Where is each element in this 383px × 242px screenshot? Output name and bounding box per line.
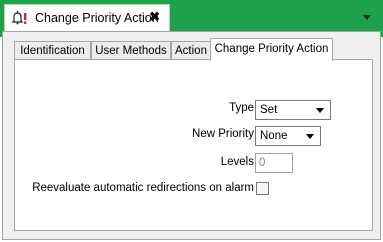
close-icon[interactable]: ✖ <box>149 10 160 24</box>
chevron-down-icon <box>306 134 314 139</box>
reevaluate-label: Reevaluate automatic redirections on ala… <box>32 182 254 194</box>
tab-user-methods[interactable]: User Methods <box>91 41 171 60</box>
chevron-down-icon <box>316 108 324 113</box>
levels-input[interactable]: 0 <box>255 153 293 173</box>
tab-content: Type Set New Priority None Levels 0 Reev… <box>14 59 373 231</box>
tab-action[interactable]: Action <box>171 41 211 60</box>
new-priority-select[interactable]: None <box>255 126 321 146</box>
reevaluate-checkbox[interactable] <box>256 182 269 195</box>
tab-identification[interactable]: Identification <box>14 41 91 60</box>
chevron-down-icon[interactable] <box>363 15 371 20</box>
new-priority-label: New Priority <box>192 128 254 140</box>
levels-label: Levels <box>220 156 254 168</box>
document-tab[interactable]: Change Priority Action ✖ <box>4 4 170 31</box>
bell-priority-icon <box>11 10 30 26</box>
type-select-value: Set <box>260 104 278 116</box>
properties-panel: Identification User Methods Action Chang… <box>2 31 381 240</box>
type-label: Type <box>229 102 254 114</box>
new-priority-select-value: None <box>260 130 288 142</box>
type-select[interactable]: Set <box>255 100 331 120</box>
document-tab-title: Change Priority Action <box>35 11 159 25</box>
tab-change-priority-action[interactable]: Change Priority Action <box>210 38 333 61</box>
